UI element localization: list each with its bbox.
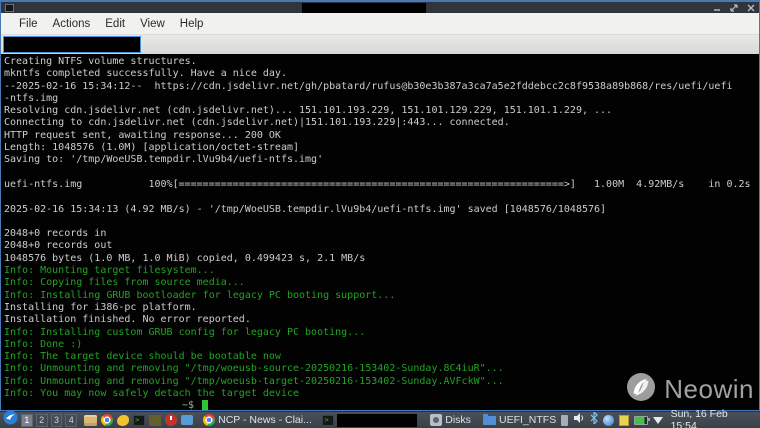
tab-bar (1, 35, 759, 54)
watermark-label: Neowin (664, 374, 754, 405)
menu-view[interactable]: View (140, 18, 165, 30)
folder-icon (483, 416, 496, 425)
terminal-icon[interactable] (133, 415, 145, 426)
wifi-icon[interactable] (653, 417, 663, 424)
terminal-line: Info: The target device should be bootab… (4, 351, 759, 363)
terminal-line: Resolving cdn.jsdelivr.net (cdn.jsdelivr… (4, 105, 759, 117)
minimize-button[interactable] (713, 4, 721, 12)
prompt-user-redacted (4, 400, 182, 410)
terminal-line: Connecting to cdn.jsdelivr.net (cdn.jsde… (4, 117, 759, 129)
window-controls (713, 4, 755, 12)
neowin-logo-icon (626, 372, 656, 407)
desktop: File Actions Edit View Help Creating NTF… (0, 0, 760, 428)
terminal-viewport[interactable]: Creating NTFS volume structures.mkntfs c… (1, 54, 759, 410)
clipboard-icon[interactable] (619, 415, 629, 426)
disks-icon (430, 414, 442, 426)
menu-actions[interactable]: Actions (53, 18, 91, 30)
chat-icon[interactable] (181, 415, 193, 425)
battery-icon[interactable] (634, 416, 648, 425)
task-label-redacted (337, 414, 417, 427)
terminal-output: Creating NTFS volume structures.mkntfs c… (4, 56, 759, 400)
close-button[interactable] (747, 4, 755, 12)
bluetooth-icon[interactable] (590, 411, 598, 428)
task-button-browser[interactable]: NCP - News - Clai... (200, 414, 312, 426)
menu-help[interactable]: Help (180, 18, 204, 30)
terminal-app-icon (5, 4, 14, 12)
task-button-terminal-redacted[interactable] (319, 414, 420, 427)
task-label: UEFI_NTFS (499, 414, 556, 426)
titlebar[interactable] (1, 2, 759, 13)
clock[interactable]: Sun, 16 Feb 15:54 (671, 408, 757, 428)
menu-bar: File Actions Edit View Help (1, 13, 759, 35)
network-icon[interactable] (603, 415, 614, 426)
terminal-line (4, 167, 759, 179)
terminal-window: File Actions Edit View Help Creating NTF… (0, 0, 760, 411)
terminal-line: Installation finished. No error reported… (4, 314, 759, 326)
terminal-line: Info: Installing custom GRUB config for … (4, 327, 759, 339)
menu-file[interactable]: File (19, 18, 38, 30)
terminal-line: Info: Mounting target filesystem... (4, 265, 759, 277)
taskbar: 1 2 3 4 NCP - News - Clai... Disks U (0, 411, 760, 428)
terminal-line: --2025-02-16 15:34:12-- https://cdn.jsde… (4, 81, 759, 93)
task-button-disks[interactable]: Disks (427, 414, 473, 426)
mosaic-icon[interactable] (149, 415, 161, 426)
file-manager-icon[interactable] (84, 415, 97, 426)
volume-icon[interactable] (573, 411, 585, 428)
terminal-line: Info: Done :) (4, 339, 759, 351)
terminal-line: uefi-ntfs.img 100%[=====================… (4, 179, 759, 191)
terminal-line (4, 216, 759, 228)
chrome-icon (203, 414, 215, 426)
task-label: Disks (445, 414, 471, 426)
terminal-tab-redacted[interactable] (3, 36, 141, 53)
power-icon[interactable] (165, 414, 177, 426)
terminal-line: HTTP request sent, awaiting response... … (4, 130, 759, 142)
maximize-button[interactable] (730, 4, 738, 12)
chrome-icon[interactable] (101, 414, 113, 426)
system-tray (561, 411, 663, 428)
workspace-button-3[interactable]: 3 (51, 414, 63, 427)
terminal-line (4, 191, 759, 203)
prompt-text: ~$ (182, 400, 194, 410)
terminal-line: Length: 1048576 (1.0M) [application/octe… (4, 142, 759, 154)
removable-media-icon[interactable] (561, 415, 568, 426)
task-label: NCP - News - Clai... (218, 414, 312, 426)
terminal-line: Installing for i386-pc platform. (4, 302, 759, 314)
terminal-line: 2048+0 records out (4, 240, 759, 252)
messenger-icon[interactable] (117, 415, 129, 426)
quick-launch (84, 414, 193, 426)
terminal-line: Saving to: '/tmp/WoeUSB.tempdir.lVu9b4/u… (4, 154, 759, 166)
terminal-line: mkntfs completed successfully. Have a ni… (4, 68, 759, 80)
menu-edit[interactable]: Edit (105, 18, 125, 30)
task-button-uefi-ntfs[interactable]: UEFI_NTFS (480, 414, 558, 426)
terminal-line: Creating NTFS volume structures. (4, 56, 759, 68)
terminal-line: 1048576 bytes (1.0 MB, 1.0 MiB) copied, … (4, 253, 759, 265)
lubuntu-menu-icon[interactable] (3, 410, 18, 428)
workspace-button-1[interactable]: 1 (21, 414, 33, 427)
terminal-cursor (202, 400, 208, 410)
terminal-line: Info: Copying files from source media... (4, 277, 759, 289)
watermark: Neowin (626, 372, 754, 407)
terminal-line: 2025-02-16 15:34:13 (4.92 MB/s) - '/tmp/… (4, 204, 759, 216)
terminal-line: 2048+0 records in (4, 228, 759, 240)
terminal-icon (322, 415, 334, 426)
workspace-button-2[interactable]: 2 (36, 414, 48, 427)
terminal-line: -ntfs.img (4, 93, 759, 105)
terminal-line: Info: Installing GRUB bootloader for leg… (4, 290, 759, 302)
workspace-button-4[interactable]: 4 (65, 414, 77, 427)
window-title-redacted (302, 3, 426, 13)
